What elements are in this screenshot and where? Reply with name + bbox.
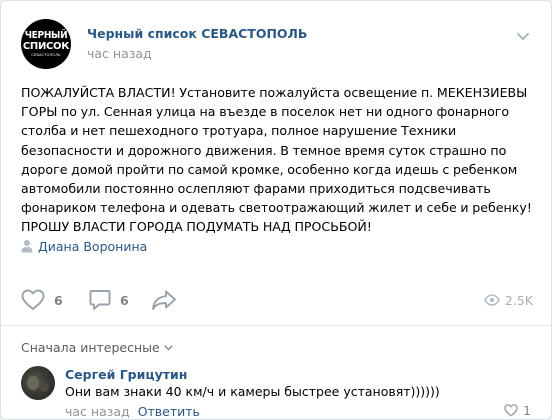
post-header: ЧЕРНЫЙ СПИСОК СЕВАСТОПОЛЬ Черный список … (21, 19, 533, 71)
share-button[interactable] (151, 287, 177, 313)
eye-icon (484, 294, 500, 306)
commenter-avatar[interactable] (21, 366, 55, 400)
heart-icon (21, 289, 45, 310)
view-count: 2.5K (504, 292, 533, 308)
comment-time[interactable]: час назад (65, 404, 130, 419)
like-button[interactable]: 6 (21, 287, 63, 313)
view-counter: 2.5K (484, 287, 533, 313)
post-actions: 6 6 2.5K (21, 287, 533, 313)
post-card: ЧЕРНЫЙ СПИСОК СЕВАСТОПОЛЬ Черный список … (0, 0, 552, 420)
avatar-line-1: ЧЕРНЫЙ (24, 29, 68, 41)
reply-button[interactable]: Ответить (138, 404, 200, 419)
avatar-line-3: СЕВАСТОПОЛЬ (31, 52, 61, 57)
comment-item: Сергей Грицутин Они вам знаки 40 км/ч и … (21, 364, 533, 419)
comment-button[interactable]: 6 (89, 287, 129, 313)
post-signer[interactable]: Диана Воронина (21, 237, 147, 255)
divider (1, 325, 551, 326)
comment-icon (89, 290, 111, 310)
chevron-down-icon (164, 344, 173, 350)
share-icon (152, 290, 176, 310)
comment-count: 6 (120, 292, 129, 308)
heart-icon (504, 404, 518, 417)
comment-text: Они вам знаки 40 км/ч и камеры быстрее у… (65, 384, 440, 399)
post-author[interactable]: Черный список СЕВАСТОПОЛЬ (87, 26, 307, 41)
comment-like-count: 1 (523, 403, 531, 418)
comment-meta: час назад Ответить (65, 404, 200, 419)
commenter-name[interactable]: Сергей Грицутин (65, 367, 187, 382)
chevron-down-icon[interactable] (515, 28, 531, 44)
post-time[interactable]: час назад (87, 46, 152, 61)
comments-sort-dropdown[interactable]: Сначала интересные (21, 340, 173, 355)
avatar-line-2: СПИСОК (22, 40, 70, 52)
community-avatar[interactable]: ЧЕРНЫЙ СПИСОК СЕВАСТОПОЛЬ (21, 19, 71, 69)
signer-name: Диана Воронина (38, 238, 148, 254)
post-text: ПОЖАЛУЙСТА ВЛАСТИ! Установите пожалуйста… (21, 85, 532, 235)
sort-label: Сначала интересные (21, 340, 160, 355)
like-count: 6 (54, 292, 63, 308)
comment-like-button[interactable]: 1 (504, 403, 531, 418)
user-icon (21, 240, 33, 253)
